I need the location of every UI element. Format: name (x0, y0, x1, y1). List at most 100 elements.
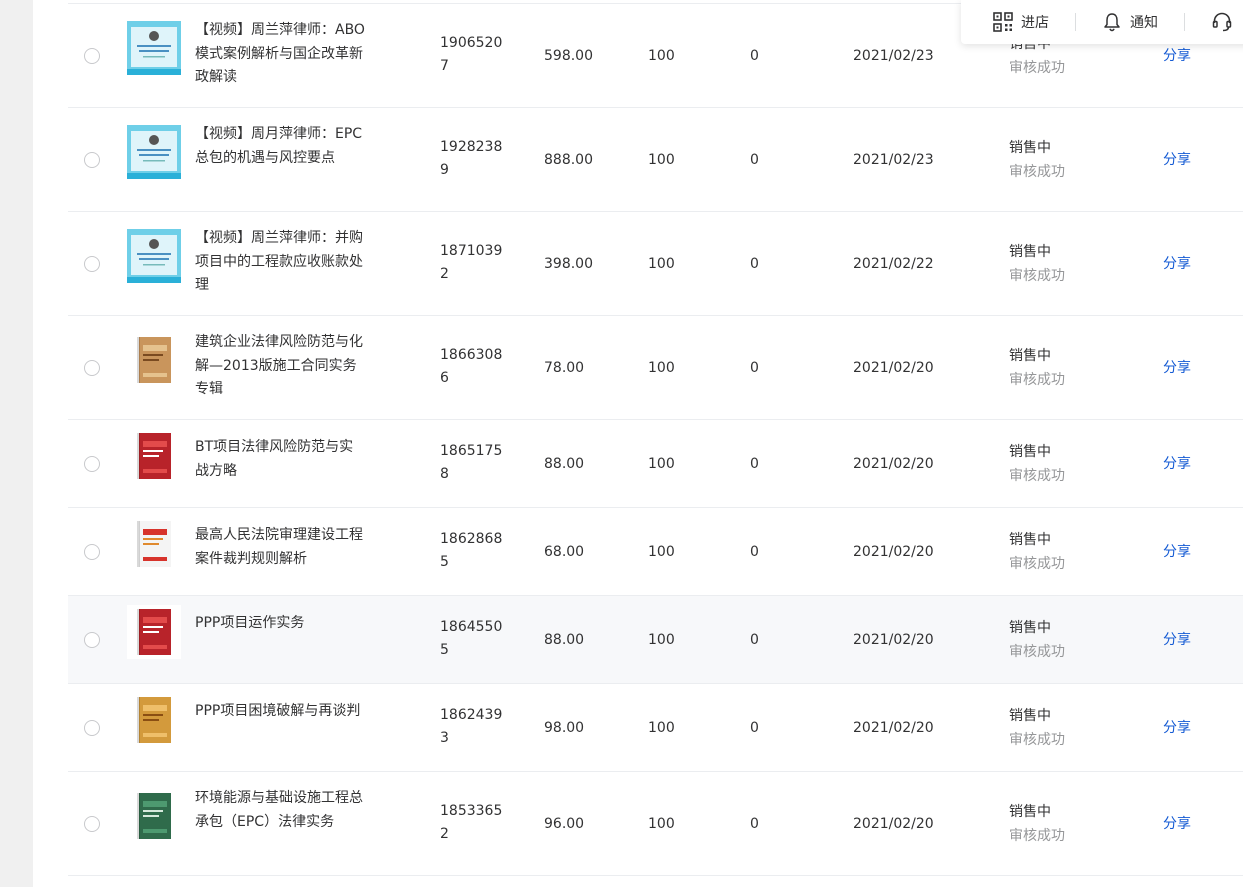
headset-icon (1211, 11, 1233, 33)
product-name-link[interactable]: BT项目法律风险防范与实战方略 (195, 436, 365, 483)
sale-status: 销售中 (1009, 619, 1051, 636)
created-date: 2021/02/23 (853, 151, 934, 168)
product-thumbnail[interactable] (127, 228, 181, 283)
share-link[interactable]: 分享 (1163, 542, 1191, 562)
product-sales: 0 (750, 719, 759, 736)
created-date: 2021/02/20 (853, 719, 934, 736)
row-select-radio[interactable] (84, 255, 100, 272)
product-price: 88.00 (544, 455, 585, 472)
audit-status: 审核成功 (1009, 163, 1065, 180)
table-row: PPP项目运作实务 18645505 88.00 100 0 2021/02/20 销售中审… (68, 596, 1243, 684)
product-thumbnail[interactable] (127, 428, 181, 483)
product-sales: 0 (750, 815, 759, 832)
product-stock: 100 (648, 631, 675, 648)
row-select-radio[interactable] (84, 359, 100, 376)
product-price: 598.00 (544, 47, 593, 64)
product-stock: 100 (648, 719, 675, 736)
product-id: 18628685 (440, 530, 503, 571)
product-id: 19282389 (440, 138, 503, 179)
sale-status: 销售中 (1009, 443, 1051, 460)
product-stock: 100 (648, 255, 675, 272)
audit-status: 审核成功 (1009, 731, 1065, 748)
product-stock: 100 (648, 359, 675, 376)
product-sales: 0 (750, 255, 759, 272)
qrcode-icon (993, 12, 1013, 32)
created-date: 2021/02/23 (853, 47, 934, 64)
product-id: 18663086 (440, 346, 503, 387)
table-row: 建筑企业法律风险防范与化解—2013版施工合同实务专辑 18663086 78.00… (68, 316, 1243, 420)
sale-status: 销售中 (1009, 531, 1051, 548)
product-id: 18651758 (440, 442, 503, 483)
product-price: 78.00 (544, 359, 585, 376)
product-id: 18710392 (440, 242, 503, 283)
table-row: 【视频】周月萍律师：EPC总包的机遇与风控要点 19282389 888.00 100… (68, 108, 1243, 212)
table-row: BT项目法律风险防范与实战方略 18651758 88.00 100 0 2021/02/… (68, 420, 1243, 508)
share-link[interactable]: 分享 (1163, 358, 1191, 378)
product-name-link[interactable]: PPP项目运作实务 (195, 612, 365, 636)
customer-service-button[interactable] (1185, 0, 1241, 44)
product-price: 68.00 (544, 543, 585, 560)
table-row: 最高人民法院审理建设工程案件裁判规则解析 18628685 68.00 100 0 202… (68, 508, 1243, 596)
product-stock: 100 (648, 455, 675, 472)
share-link[interactable]: 分享 (1163, 454, 1191, 474)
product-thumbnail[interactable] (127, 692, 181, 747)
table-row: 【视频】周兰萍律师：并购项目中的工程款应收账款处理 18710392 398.00 1… (68, 212, 1243, 316)
product-name-link[interactable]: PPP项目困境破解与再谈判 (195, 700, 365, 724)
product-id: 18645505 (440, 618, 503, 659)
product-price: 88.00 (544, 631, 585, 648)
share-link[interactable]: 分享 (1163, 718, 1191, 738)
share-link[interactable]: 分享 (1163, 46, 1191, 66)
row-select-radio[interactable] (84, 631, 100, 648)
product-stock: 100 (648, 47, 675, 64)
row-select-radio[interactable] (84, 543, 100, 560)
row-select-radio[interactable] (84, 47, 100, 64)
product-name-link[interactable]: 环境能源与基础设施工程总承包（EPC）法律实务 (195, 787, 365, 834)
product-name-link[interactable]: 最高人民法院审理建设工程案件裁判规则解析 (195, 524, 365, 571)
product-price: 98.00 (544, 719, 585, 736)
product-sales: 0 (750, 543, 759, 560)
product-stock: 100 (648, 151, 675, 168)
top-toolbar: 进店 通知 (961, 0, 1243, 44)
notify-button[interactable]: 通知 (1076, 0, 1158, 44)
product-sales: 0 (750, 47, 759, 64)
product-sales: 0 (750, 359, 759, 376)
row-select-radio[interactable] (84, 151, 100, 168)
created-date: 2021/02/20 (853, 815, 934, 832)
product-name-link[interactable]: 【视频】周兰萍律师：ABO模式案例解析与国企改革新政解读 (195, 19, 365, 90)
product-thumbnail[interactable] (127, 20, 181, 75)
goods-table: 【视频】周兰萍律师：ABO模式案例解析与国企改革新政解读 19065207 598.… (68, 0, 1243, 887)
product-name-link[interactable]: 建筑企业法律风险防范与化解—2013版施工合同实务专辑 (195, 331, 365, 402)
store-button[interactable]: 进店 (961, 0, 1049, 44)
bell-icon (1102, 12, 1122, 32)
audit-status: 审核成功 (1009, 267, 1065, 284)
product-thumbnail[interactable] (127, 332, 181, 387)
sale-status: 销售中 (1009, 139, 1051, 156)
created-date: 2021/02/22 (853, 255, 934, 272)
audit-status: 审核成功 (1009, 555, 1065, 572)
sale-status: 销售中 (1009, 707, 1051, 724)
product-thumbnail[interactable] (127, 516, 181, 571)
table-row: PPP项目困境破解与再谈判 18624393 98.00 100 0 2021/02/20… (68, 684, 1243, 772)
product-id: 18533652 (440, 802, 503, 843)
created-date: 2021/02/20 (853, 543, 934, 560)
row-select-radio[interactable] (84, 719, 100, 736)
sale-status: 销售中 (1009, 347, 1051, 364)
product-thumbnail[interactable] (127, 788, 181, 843)
audit-status: 审核成功 (1009, 59, 1065, 76)
product-price: 398.00 (544, 255, 593, 272)
sale-status: 销售中 (1009, 243, 1051, 260)
share-link[interactable]: 分享 (1163, 814, 1191, 834)
row-select-radio[interactable] (84, 455, 100, 472)
product-name-link[interactable]: 【视频】周月萍律师：EPC总包的机遇与风控要点 (195, 123, 365, 170)
product-thumbnail[interactable] (127, 604, 181, 659)
table-row: 环境能源与基础设施工程总承包（EPC）法律实务 18533652 96.00 100 0… (68, 772, 1243, 876)
share-link[interactable]: 分享 (1163, 150, 1191, 170)
product-thumbnail[interactable] (127, 124, 181, 179)
product-price: 96.00 (544, 815, 585, 832)
audit-status: 审核成功 (1009, 827, 1065, 844)
product-name-link[interactable]: 【视频】周兰萍律师：并购项目中的工程款应收账款处理 (195, 227, 365, 298)
share-link[interactable]: 分享 (1163, 254, 1191, 274)
row-select-radio[interactable] (84, 815, 100, 832)
created-date: 2021/02/20 (853, 455, 934, 472)
share-link[interactable]: 分享 (1163, 630, 1191, 650)
